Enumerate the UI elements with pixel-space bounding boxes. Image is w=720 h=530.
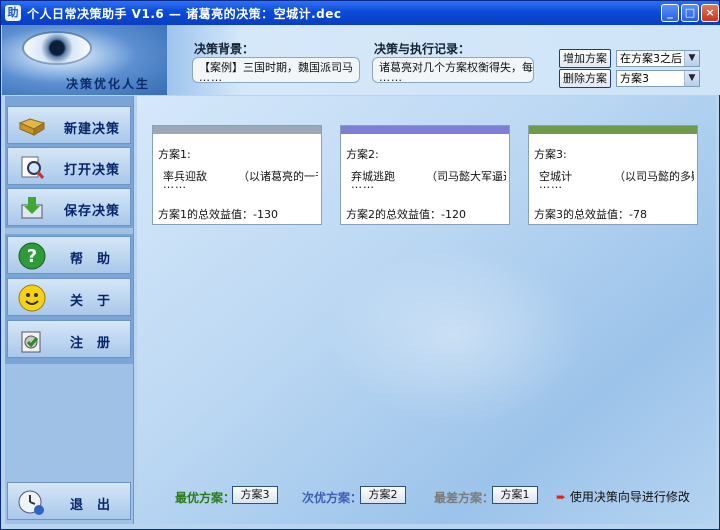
chevron-down-icon[interactable]: ▼ bbox=[684, 51, 699, 66]
plan-card-3[interactable]: 方案3: 空城计 （以司马懿的多疑性 …… 方案3的总效益值：-78 bbox=[528, 125, 698, 225]
best-plan-button[interactable]: 方案3 bbox=[232, 486, 278, 504]
sidebar: 新建决策 打开决策 保存决策 ? 帮助 关于 注册 退出 bbox=[5, 96, 134, 524]
worst-plan-label: 最差方案： bbox=[434, 491, 495, 505]
register-icon bbox=[18, 326, 46, 354]
sidebar-item-exit[interactable]: 退出 bbox=[7, 482, 131, 520]
sidebar-item-label: 打开决策 bbox=[64, 163, 121, 178]
plan-more: …… bbox=[351, 178, 375, 191]
sidebar-item-label: 保存决策 bbox=[64, 204, 121, 219]
title-bar[interactable]: 助 个人日常决策助手 V1.6 — 诸葛亮的决策：空城计.dec _ □ × bbox=[1, 1, 719, 25]
wizard-text: 使用决策向导进行修改 bbox=[569, 490, 690, 504]
background-label: 决策背景： bbox=[194, 42, 255, 56]
sidebar-item-about[interactable]: 关于 bbox=[7, 278, 131, 316]
plan-score: 方案3的总效益值：-78 bbox=[534, 208, 647, 221]
plan-title: 方案3: bbox=[534, 148, 567, 161]
minimize-button[interactable]: _ bbox=[661, 4, 679, 22]
maximize-button[interactable]: □ bbox=[681, 4, 699, 22]
sidebar-item-new[interactable]: 新建决策 bbox=[7, 106, 131, 144]
eye-icon bbox=[24, 33, 90, 63]
app-window: 助 个人日常决策助手 V1.6 — 诸葛亮的决策：空城计.dec _ □ × 决… bbox=[0, 0, 720, 530]
plan-desc: （以诸葛亮的一千 bbox=[238, 170, 318, 183]
arrow-right-icon: ➨ bbox=[556, 490, 567, 504]
sidebar-item-register[interactable]: 注册 bbox=[7, 320, 131, 358]
plan-desc: （司马懿大军逼近 bbox=[426, 170, 506, 183]
sidebar-item-help[interactable]: ? 帮助 bbox=[7, 236, 131, 274]
chevron-down-icon[interactable]: ▼ bbox=[684, 71, 699, 86]
app-icon: 助 bbox=[5, 5, 21, 21]
sidebar-item-label: 帮助 bbox=[70, 252, 125, 267]
eye-logo: 决策优化人生 bbox=[2, 25, 167, 95]
record-label: 决策与执行记录： bbox=[374, 42, 471, 56]
background-box[interactable]: 【案例】三国时期，魏国派司马 …… bbox=[192, 57, 360, 83]
sidebar-item-label: 退出 bbox=[70, 498, 125, 513]
save-icon bbox=[18, 194, 46, 222]
exit-icon bbox=[18, 488, 46, 516]
sidebar-item-open[interactable]: 打开决策 bbox=[7, 147, 131, 185]
folder-icon bbox=[18, 112, 46, 140]
header-panel: 决策优化人生 决策背景： 【案例】三国时期，魏国派司马 …… 决策与执行记录： … bbox=[2, 25, 720, 95]
slogan: 决策优化人生 bbox=[66, 77, 151, 91]
best-plan-label: 最优方案： bbox=[175, 491, 236, 505]
dolphin-watermark bbox=[327, 246, 587, 426]
sidebar-item-label: 注册 bbox=[70, 336, 125, 351]
plan-card-band bbox=[529, 126, 697, 134]
sidebar-item-save[interactable]: 保存决策 bbox=[7, 188, 131, 226]
position-select[interactable]: 在方案3之后 ▼ bbox=[616, 50, 700, 67]
second-plan-label: 次优方案： bbox=[302, 491, 363, 505]
search-icon bbox=[18, 153, 46, 181]
plan-card-2[interactable]: 方案2: 弃城逃跑 （司马懿大军逼近 …… 方案2的总效益值：-120 bbox=[340, 125, 510, 225]
plan-more: …… bbox=[539, 178, 563, 191]
plan-card-band bbox=[341, 126, 509, 134]
record-box[interactable]: 诸葛亮对几个方案权衡得失，每 …… bbox=[372, 57, 534, 83]
help-icon: ? bbox=[18, 242, 46, 270]
plan-title: 方案1: bbox=[158, 148, 191, 161]
plan-score: 方案1的总效益值：-130 bbox=[158, 208, 278, 221]
plan-select[interactable]: 方案3 ▼ bbox=[616, 70, 700, 87]
close-button[interactable]: × bbox=[701, 4, 719, 22]
plan-title: 方案2: bbox=[346, 148, 379, 161]
plan-card-1[interactable]: 方案1: 率兵迎敌 （以诸葛亮的一千 …… 方案1的总效益值：-130 bbox=[152, 125, 322, 225]
plan-desc: （以司马懿的多疑性 bbox=[614, 170, 694, 183]
smiley-icon bbox=[18, 284, 46, 312]
window-title: 个人日常决策助手 V1.6 — 诸葛亮的决策：空城计.dec bbox=[27, 7, 342, 21]
delete-plan-button[interactable]: 删除方案 bbox=[559, 69, 611, 88]
second-plan-button[interactable]: 方案2 bbox=[360, 486, 406, 504]
plan-score: 方案2的总效益值：-120 bbox=[346, 208, 466, 221]
add-plan-button[interactable]: 增加方案 bbox=[559, 49, 611, 68]
svg-text:?: ? bbox=[27, 246, 37, 267]
plan-card-band bbox=[153, 126, 321, 134]
plan-more: …… bbox=[163, 178, 187, 191]
plan-select-value: 方案3 bbox=[620, 72, 649, 85]
wizard-link[interactable]: ➨ 使用决策向导进行修改 bbox=[556, 488, 690, 505]
position-select-value: 在方案3之后 bbox=[620, 52, 682, 65]
worst-plan-button[interactable]: 方案1 bbox=[492, 486, 538, 504]
plans-area: 方案1: 率兵迎敌 （以诸葛亮的一千 …… 方案1的总效益值：-130 方案2:… bbox=[137, 96, 716, 524]
sidebar-item-label: 关于 bbox=[70, 294, 125, 309]
sidebar-item-label: 新建决策 bbox=[64, 122, 121, 137]
